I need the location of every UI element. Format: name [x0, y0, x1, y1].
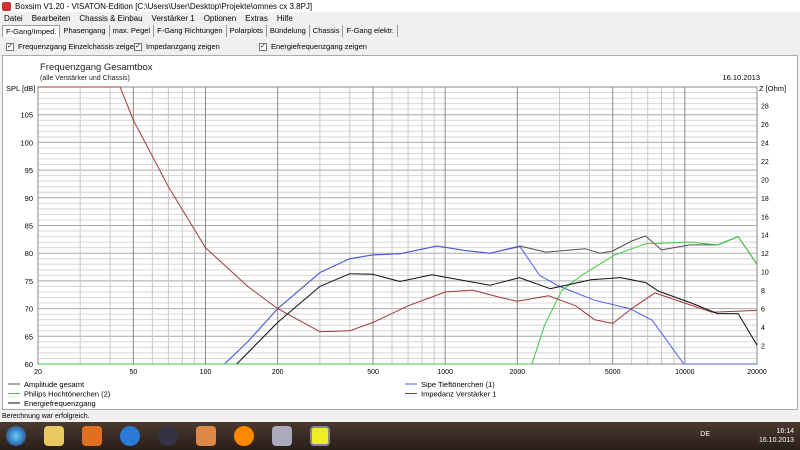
y2-tick-label: 16 [761, 214, 769, 221]
chart-subtitle: (alle Verstärker und Chassis) [40, 75, 130, 82]
x-tick-label: 5000 [605, 369, 621, 376]
y2-tick-label: 12 [761, 251, 769, 258]
x-tick-label: 500 [367, 369, 379, 376]
legend-label: Sipe Tieftönerchen (1) [421, 380, 495, 389]
y-tick-label: 70 [25, 305, 33, 314]
x-tick-label: 1000 [437, 369, 453, 376]
app-icon-hp[interactable] [158, 426, 178, 446]
internet-explorer-icon[interactable] [120, 426, 140, 446]
y2-tick-label: 4 [761, 325, 765, 332]
chart-title: Frequenzgang Gesamtbox [40, 62, 153, 73]
status-bar: Berechnung war erfolgreich. [2, 413, 90, 420]
y2-tick-label: 8 [761, 288, 765, 295]
y-tick-label: 85 [25, 222, 33, 231]
explorer-icon[interactable] [44, 426, 64, 446]
x-tick-label: 20000 [747, 369, 767, 376]
boxsim-taskbar-icon[interactable] [310, 426, 330, 446]
legend-label: Energiefrequenzgang [24, 399, 96, 408]
series-line-sipe-tieft-nerchen-1- [224, 245, 757, 365]
y2-tick-label: 10 [761, 270, 769, 277]
x-tick-label: 50 [129, 369, 137, 376]
chart-date: 16.10.2013 [722, 73, 760, 82]
y2-tick-label: 22 [761, 159, 769, 166]
y-axis-label: SPL [dB] [6, 84, 35, 93]
legend-label: Impedanz Verstärker 1 [421, 390, 496, 399]
y2-tick-label: 24 [761, 140, 769, 147]
y-tick-label: 100 [20, 138, 33, 147]
firefox-icon[interactable] [234, 426, 254, 446]
y2-tick-label: 26 [761, 122, 769, 129]
y-tick-label: 60 [25, 360, 33, 369]
y2-tick-label: 14 [761, 233, 769, 240]
y2-tick-label: 18 [761, 196, 769, 203]
x-tick-label: 200 [272, 369, 284, 376]
y-tick-label: 75 [25, 277, 33, 286]
y-tick-label: 95 [25, 166, 33, 175]
y2-tick-label: 6 [761, 307, 765, 314]
y2-tick-label: 28 [761, 103, 769, 110]
taskbar: DE 16:14 16.10.2013 [0, 422, 800, 450]
y-tick-label: 80 [25, 249, 33, 258]
y2-axis-label: Z [Ohm] [759, 84, 786, 93]
x-tick-label: 2000 [510, 369, 526, 376]
language-indicator[interactable]: DE [700, 431, 710, 438]
app-icon-photos[interactable] [196, 426, 216, 446]
series-line-philips-hocht-nerchen-2- [38, 236, 758, 365]
legend-label: Philips Hochtönerchen (2) [24, 390, 111, 399]
y2-tick-label: 20 [761, 177, 769, 184]
frequency-response-chart: Frequenzgang Gesamtbox (alle Verstärker … [6, 62, 786, 408]
y-tick-label: 90 [25, 194, 33, 203]
series-line-energiefrequenzgang [236, 273, 758, 365]
clock[interactable]: 16:14 16.10.2013 [759, 427, 794, 445]
y2-tick-label: 2 [761, 344, 765, 351]
legend-label: Amplitude gesamt [24, 380, 85, 389]
start-button[interactable] [6, 426, 26, 446]
x-tick-label: 100 [200, 369, 212, 376]
x-tick-label: 10000 [675, 369, 695, 376]
paint-icon[interactable] [272, 426, 292, 446]
x-tick-label: 20 [34, 369, 42, 376]
media-player-icon[interactable] [82, 426, 102, 446]
y-tick-label: 105 [20, 111, 33, 120]
y-tick-label: 65 [25, 332, 33, 341]
